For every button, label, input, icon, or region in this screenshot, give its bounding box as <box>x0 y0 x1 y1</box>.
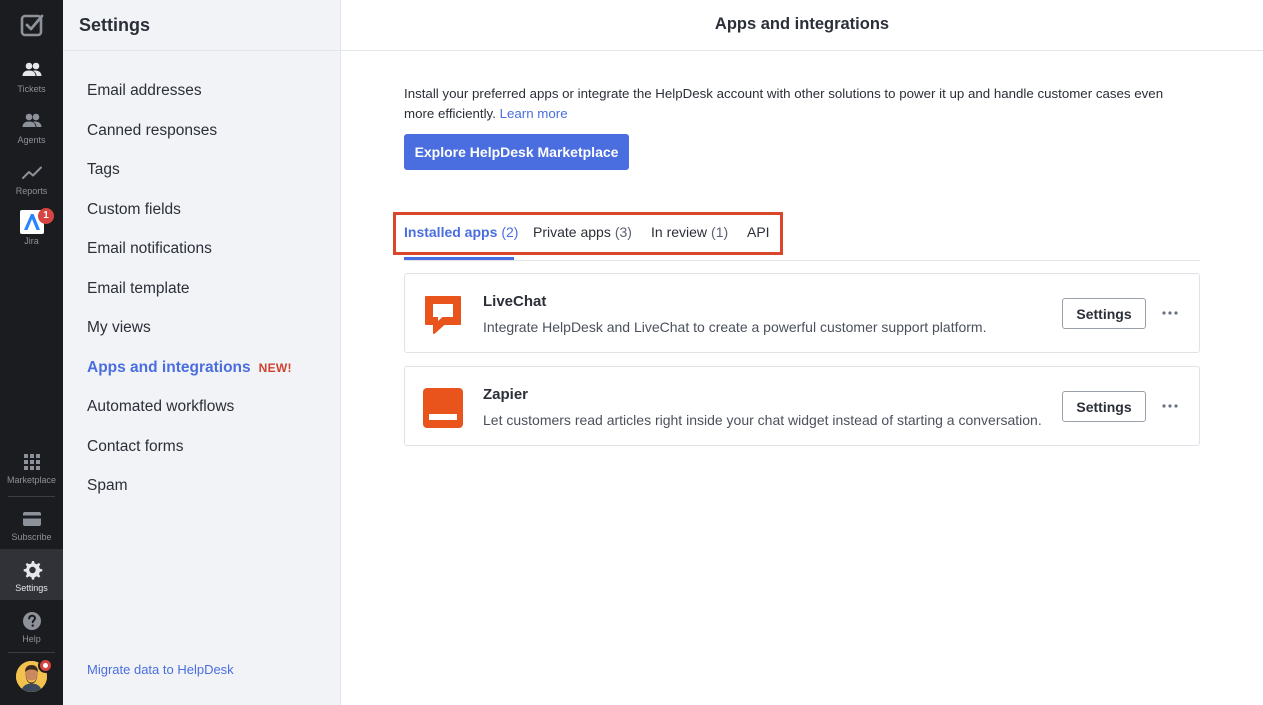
rail-label-reports: Reports <box>15 186 48 196</box>
sidebar-item-label: Tags <box>87 161 120 178</box>
sidebar-item-label: Contact forms <box>87 437 184 455</box>
sidebar-item-label: Spam <box>87 477 128 494</box>
app-name: Zapier <box>483 386 529 403</box>
rail-item-settings[interactable]: Settings <box>0 549 63 600</box>
sidebar-item-label: Email template <box>87 279 190 297</box>
app-description: Let customers read articles right inside… <box>483 412 1042 428</box>
help-icon <box>22 612 41 630</box>
new-badge: NEW! <box>258 360 292 375</box>
subscribe-icon <box>22 512 41 526</box>
rail-label-subscribe: Subscribe <box>11 532 52 542</box>
sidebar-item-automated-workflows[interactable]: Automated workflows <box>87 398 292 438</box>
migrate-data-link[interactable]: Migrate data to HelpDesk <box>87 662 234 677</box>
rail-label-tickets: Tickets <box>17 84 46 94</box>
sidebar-item-contact-forms[interactable]: Contact forms <box>87 438 292 478</box>
sidebar-item-label: Email notifications <box>87 240 212 257</box>
sidebar-item-spam[interactable]: Spam <box>87 477 292 517</box>
sidebar-item-custom-fields[interactable]: Custom fields <box>87 201 292 241</box>
sidebar-item-label: Custom fields <box>87 200 181 218</box>
rail-label-agents: Agents <box>17 135 46 145</box>
avatar-status-dot <box>38 658 53 673</box>
more-options-icon[interactable] <box>1160 397 1180 415</box>
rail-item-marketplace[interactable]: Marketplace <box>0 451 63 489</box>
livechat-icon <box>425 296 461 334</box>
settings-sidebar: Settings Email addresses Canned response… <box>63 0 341 705</box>
app-description: Integrate HelpDesk and LiveChat to creat… <box>483 319 987 335</box>
sidebar-item-tags[interactable]: Tags <box>87 161 292 201</box>
sidebar-item-label: Email addresses <box>87 82 202 99</box>
rail-item-help[interactable]: Help <box>0 610 63 646</box>
sidebar-item-email-template[interactable]: Email template <box>87 280 292 320</box>
helpdesk-logo-icon[interactable] <box>19 12 45 38</box>
app-rail: Tickets Agents Reports 1 Jira Marketplac… <box>0 0 63 705</box>
intro-text: Install your preferred apps or integrate… <box>404 84 1194 124</box>
main-content: Apps and integrations Install your prefe… <box>341 0 1263 705</box>
page-title: Apps and integrations <box>341 0 1263 51</box>
rail-item-jira[interactable]: 1 Jira <box>0 208 63 250</box>
reports-icon <box>21 166 42 179</box>
tickets-icon <box>22 62 41 76</box>
app-name: LiveChat <box>483 293 547 310</box>
rail-divider <box>8 652 55 653</box>
rail-label-jira: Jira <box>24 236 39 246</box>
rail-label-help: Help <box>22 634 41 644</box>
sidebar-item-label: Canned responses <box>87 121 218 139</box>
marketplace-icon <box>23 454 40 470</box>
sidebar-item-label: Automated workflows <box>87 398 235 415</box>
rail-label-settings: Settings <box>15 583 48 593</box>
explore-marketplace-button[interactable]: Explore HelpDesk Marketplace <box>404 134 629 170</box>
jira-notification-badge: 1 <box>38 208 54 224</box>
sidebar-item-my-views[interactable]: My views <box>87 319 292 359</box>
tabs-divider <box>404 260 1200 261</box>
rail-item-agents[interactable]: Agents <box>0 111 63 147</box>
app-card-livechat: LiveChat Integrate HelpDesk and LiveChat… <box>404 273 1200 353</box>
settings-icon <box>23 561 42 580</box>
zapier-icon <box>423 388 463 428</box>
sidebar-item-canned-responses[interactable]: Canned responses <box>87 122 292 162</box>
sidebar-item-label: My views <box>87 319 151 336</box>
rail-label-marketplace: Marketplace <box>6 475 57 485</box>
more-options-icon[interactable] <box>1160 304 1180 322</box>
settings-nav: Email addresses Canned responses Tags Cu… <box>87 82 292 517</box>
learn-more-link[interactable]: Learn more <box>500 106 568 121</box>
rail-divider <box>8 496 55 497</box>
sidebar-title: Settings <box>63 0 340 51</box>
sidebar-item-apps-and-integrations[interactable]: Apps and integrations NEW! <box>87 359 292 399</box>
rail-item-subscribe[interactable]: Subscribe <box>0 508 63 545</box>
agents-icon <box>22 113 41 127</box>
app-card-zapier: Zapier Let customers read articles right… <box>404 366 1200 446</box>
tabs-highlight-box <box>393 212 783 255</box>
app-settings-button[interactable]: Settings <box>1062 298 1146 329</box>
active-tab-indicator <box>404 257 514 260</box>
sidebar-item-email-notifications[interactable]: Email notifications <box>87 240 292 280</box>
rail-item-reports[interactable]: Reports <box>0 162 63 198</box>
app-settings-button[interactable]: Settings <box>1062 391 1146 422</box>
sidebar-item-email-addresses[interactable]: Email addresses <box>87 82 292 122</box>
rail-item-tickets[interactable]: Tickets <box>0 60 63 96</box>
sidebar-item-label: Apps and integrations <box>87 358 251 376</box>
